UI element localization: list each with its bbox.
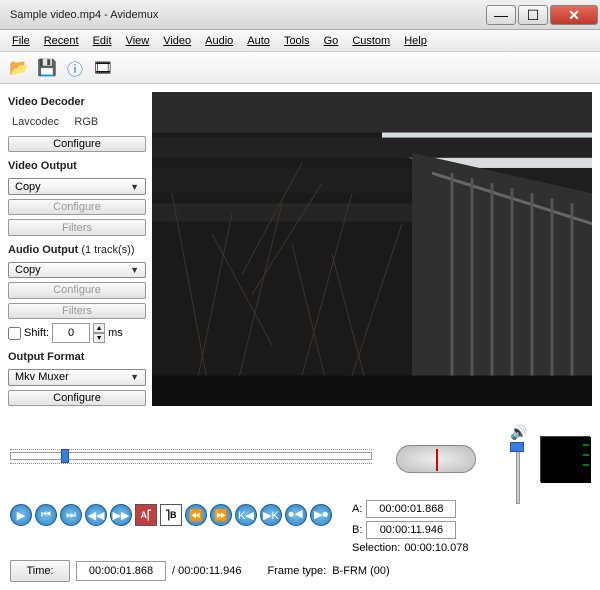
next-black-button[interactable]: ▶⏺	[310, 504, 332, 526]
timeline-track[interactable]	[10, 452, 372, 460]
audio-output-select[interactable]: Copy	[8, 262, 146, 278]
audio-output-filters-button[interactable]: Filters	[8, 303, 146, 319]
window-title: Sample video.mp4 - Avidemux	[10, 9, 486, 21]
shift-spinner: ▲ ▼	[93, 323, 105, 343]
time-input[interactable]	[76, 561, 166, 581]
output-format-value: Mkv Muxer	[15, 371, 69, 383]
play-button[interactable]: ▶	[10, 504, 32, 526]
codec-label: Lavcodec	[12, 116, 59, 128]
video-preview	[152, 92, 592, 406]
marker-a-input[interactable]	[366, 500, 456, 518]
volume-slider[interactable]: 🔊	[510, 424, 526, 494]
output-format-configure-button[interactable]: Configure	[8, 390, 146, 406]
prev-keyframe-button[interactable]: ⏪	[185, 504, 207, 526]
bottom-area: 🔊 ▶ ⏮ ⏭ ◀◀ ▶▶ A⎡ ⎤B ⏪ ⏩ K◀ ▶K ⏺◀ ▶⏺ A:	[0, 414, 600, 590]
shift-row: Shift: ▲ ▼ ms	[8, 323, 146, 343]
menu-auto[interactable]: Auto	[241, 33, 276, 49]
save-icon[interactable]: 💾	[36, 57, 58, 79]
main-area: Video Decoder Lavcodec RGB Configure Vid…	[0, 84, 600, 414]
menu-help[interactable]: Help	[398, 33, 433, 49]
maximize-button[interactable]: ☐	[518, 5, 548, 25]
toolbar: 📂 💾 ⓘ 🎞	[0, 52, 600, 84]
audio-output-configure-button[interactable]: Configure	[8, 282, 146, 298]
audio-output-title: Audio Output (1 track(s))	[8, 244, 146, 256]
frametype-label: Frame type:	[268, 565, 327, 577]
time-button[interactable]: Time:	[10, 560, 70, 582]
marker-b-label: B:	[352, 524, 362, 536]
video-decoder-info: Lavcodec RGB	[8, 114, 146, 132]
timeline-row: 🔊	[10, 424, 590, 494]
menu-tools[interactable]: Tools	[278, 33, 316, 49]
open-icon[interactable]: 📂	[8, 57, 30, 79]
marker-b-input[interactable]	[366, 521, 456, 539]
jog-wheel[interactable]	[396, 445, 476, 473]
menubar: File Recent Edit View Video Audio Auto T…	[0, 30, 600, 52]
close-button[interactable]: ✕	[550, 5, 598, 25]
shift-unit: ms	[108, 327, 123, 339]
next-keyframe-button[interactable]: ⏩	[210, 504, 232, 526]
video-output-title: Video Output	[8, 160, 146, 172]
selection-label: Selection:	[352, 542, 400, 554]
shift-label: Shift:	[24, 327, 49, 339]
shift-up-button[interactable]: ▲	[93, 323, 105, 333]
timeline[interactable]	[10, 449, 372, 469]
goto-end-button[interactable]: ⏭	[60, 504, 82, 526]
menu-file[interactable]: File	[6, 33, 36, 49]
minimize-button[interactable]: —	[486, 5, 516, 25]
left-panel: Video Decoder Lavcodec RGB Configure Vid…	[8, 92, 146, 406]
prev-cutpoint-button[interactable]: K◀	[235, 504, 257, 526]
total-time: / 00:00:11.946	[172, 565, 242, 577]
menu-recent[interactable]: Recent	[38, 33, 85, 49]
output-format-title: Output Format	[8, 351, 146, 363]
goto-start-button[interactable]: ⏮	[35, 504, 57, 526]
frametype-value: B-FRM (00)	[332, 565, 389, 577]
nav-row: ▶ ⏮ ⏭ ◀◀ ▶▶ A⎡ ⎤B ⏪ ⏩ K◀ ▶K ⏺◀ ▶⏺	[10, 504, 332, 526]
video-output-configure-button[interactable]: Configure	[8, 199, 146, 215]
audio-output-value: Copy	[15, 264, 41, 276]
shift-down-button[interactable]: ▼	[93, 333, 105, 343]
decoder-configure-button[interactable]: Configure	[8, 136, 146, 152]
video-decoder-title: Video Decoder	[8, 96, 146, 108]
menu-go[interactable]: Go	[318, 33, 345, 49]
audio-output-title-text: Audio Output	[8, 244, 78, 256]
selection-info: A: B: Selection: 00:00:10.078	[352, 500, 469, 554]
marker-a-label: A:	[352, 503, 362, 515]
speaker-icon: 🔊	[510, 424, 526, 440]
prev-black-button[interactable]: ⏺◀	[285, 504, 307, 526]
menu-view[interactable]: View	[120, 33, 156, 49]
video-output-filters-button[interactable]: Filters	[8, 219, 146, 235]
menu-audio[interactable]: Audio	[199, 33, 239, 49]
selection-value: 00:00:10.078	[404, 542, 468, 554]
audio-tracks-count: (1 track(s))	[81, 244, 134, 256]
status-row: Time: / 00:00:11.946 Frame type: B-FRM (…	[10, 560, 590, 582]
color-label: RGB	[74, 116, 98, 128]
prev-frame-button[interactable]: ◀◀	[85, 504, 107, 526]
video-output-value: Copy	[15, 181, 41, 193]
set-marker-a-button[interactable]: A⎡	[135, 504, 157, 526]
titlebar: Sample video.mp4 - Avidemux — ☐ ✕	[0, 0, 600, 30]
timeline-handle[interactable]	[61, 449, 69, 463]
project-icon[interactable]: 🎞	[92, 57, 114, 79]
set-marker-b-button[interactable]: ⎤B	[160, 504, 182, 526]
output-format-select[interactable]: Mkv Muxer	[8, 369, 146, 385]
shift-input[interactable]	[52, 323, 90, 343]
shift-checkbox[interactable]	[8, 327, 21, 340]
video-output-select[interactable]: Copy	[8, 178, 146, 194]
menu-edit[interactable]: Edit	[87, 33, 118, 49]
window-buttons: — ☐ ✕	[486, 5, 598, 25]
next-frame-button[interactable]: ▶▶	[110, 504, 132, 526]
menu-video[interactable]: Video	[157, 33, 197, 49]
info-icon[interactable]: ⓘ	[64, 57, 86, 79]
thumbnail-preview	[540, 436, 590, 482]
next-cutpoint-button[interactable]: ▶K	[260, 504, 282, 526]
volume-knob[interactable]	[510, 442, 524, 452]
menu-custom[interactable]: Custom	[346, 33, 396, 49]
